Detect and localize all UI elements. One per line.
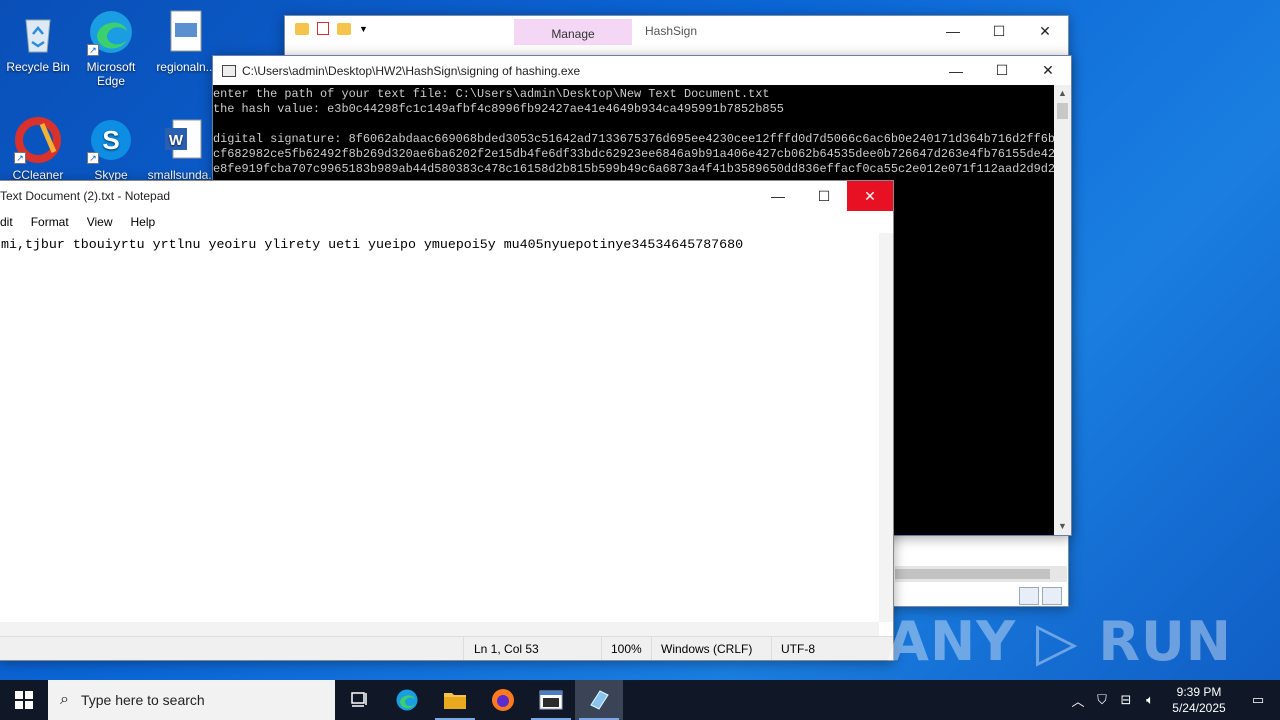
properties-icon[interactable]: [317, 22, 329, 35]
window-controls: — ☐ ✕: [930, 16, 1068, 46]
close-button[interactable]: ✕: [1022, 16, 1068, 46]
text-editor[interactable]: mi,tjbur tbouiyrtu yrtlnu yeoiru ylirety…: [0, 233, 879, 622]
desktop-icon-label: Microsoft Edge: [86, 60, 136, 88]
horizontal-scrollbar[interactable]: [0, 622, 879, 636]
notifications-icon[interactable]: ▭: [1236, 692, 1280, 708]
scrollbar-thumb[interactable]: [1057, 103, 1068, 119]
minimize-button[interactable]: —: [930, 16, 976, 46]
console-icon: [539, 690, 563, 710]
taskbar-edge[interactable]: [383, 680, 431, 720]
horizontal-scrollbar[interactable]: [895, 566, 1067, 582]
quick-access-toolbar: ▼: [295, 22, 368, 35]
maximize-button[interactable]: ☐: [976, 16, 1022, 46]
maximize-button[interactable]: ☐: [979, 56, 1025, 85]
desktop-icon-ccleaner[interactable]: ↗ CCleaner: [0, 116, 76, 182]
ribbon-tab-manage[interactable]: Manage: [514, 19, 632, 45]
desktop-icon-skype[interactable]: S ↗ Skype: [73, 116, 149, 182]
menu-view[interactable]: View: [87, 215, 113, 229]
start-button[interactable]: [0, 680, 48, 720]
cursor-position: Ln 1, Col 53: [474, 642, 539, 656]
task-view-button[interactable]: [335, 680, 383, 720]
menu-edit[interactable]: dit: [0, 215, 13, 229]
zoom-level: 100%: [611, 642, 642, 656]
new-folder-icon[interactable]: [337, 22, 351, 35]
taskbar-notepad[interactable]: [575, 680, 623, 720]
window-title: HashSign: [645, 24, 698, 38]
search-icon: ⌕: [60, 691, 69, 708]
taskbar-firefox[interactable]: [479, 680, 527, 720]
notepad-titlebar[interactable]: Text Document (2).txt - Notepad — ☐ ✕: [0, 181, 893, 211]
scroll-up-icon[interactable]: ▲: [1054, 85, 1071, 102]
network-icon[interactable]: ⊟: [1114, 692, 1138, 708]
menu-help[interactable]: Help: [131, 215, 156, 229]
word-doc-icon: W: [159, 116, 207, 164]
folder-icon: [444, 693, 466, 709]
edge-icon: [396, 689, 418, 711]
menu-bar: dit Format View Help: [0, 211, 893, 233]
encoding: UTF-8: [781, 642, 815, 656]
watermark: ANY ▷ RUN: [887, 610, 1232, 673]
console-line: e8fe919fcba707c9965183b989ab44d580383c47…: [213, 162, 1054, 176]
window-controls: — ☐ ✕: [755, 181, 893, 211]
close-button[interactable]: ✕: [847, 181, 893, 211]
console-line: cf682982ce5fb62492f8b269d320ae6ba6202f2e…: [213, 147, 1054, 161]
date: 5/24/2025: [1172, 701, 1226, 715]
console-line: digital signature: 8f6062abdaac669068bde…: [213, 132, 1054, 146]
firefox-icon: [492, 689, 514, 711]
console-titlebar[interactable]: C:\Users\admin\Desktop\HW2\HashSign\sign…: [213, 56, 1071, 85]
desktop-icon-label: Recycle Bin: [6, 60, 70, 74]
svg-text:W: W: [169, 132, 184, 149]
large-icons-view-icon[interactable]: [1042, 587, 1062, 605]
taskbar-console[interactable]: [527, 680, 575, 720]
console-line: enter the path of your text file: C:\Use…: [213, 87, 770, 101]
console-title: C:\Users\admin\Desktop\HW2\HashSign\sign…: [242, 63, 581, 78]
scroll-down-icon[interactable]: ▼: [1054, 518, 1071, 535]
taskbar-file-explorer[interactable]: [431, 680, 479, 720]
task-view-icon: [351, 692, 367, 707]
menu-format[interactable]: Format: [31, 215, 69, 229]
clock[interactable]: 9:39 PM 5/24/2025: [1162, 684, 1236, 716]
skype-icon: S ↗: [87, 116, 135, 164]
chevron-down-icon[interactable]: ▼: [359, 24, 368, 34]
taskbar: ⌕ Type here to search ︿ ⛉ ⊟ 🔈︎ 9:39 PM 5…: [0, 680, 1280, 720]
notepad-window[interactable]: Text Document (2).txt - Notepad — ☐ ✕ di…: [0, 180, 894, 661]
vertical-scrollbar[interactable]: ▲ ▼: [1054, 85, 1071, 535]
folder-icon: [295, 22, 309, 35]
image-file-icon: [162, 8, 210, 56]
notepad-icon: [590, 690, 609, 710]
line-ending: Windows (CRLF): [661, 642, 753, 656]
windows-icon: [15, 691, 33, 709]
edge-icon: ↗: [87, 8, 135, 56]
status-bar: Ln 1, Col 53 100% Windows (CRLF) UTF-8: [0, 636, 893, 660]
taskbar-search-box[interactable]: ⌕ Type here to search: [48, 680, 335, 720]
console-app-icon: [222, 64, 236, 77]
view-switcher: [1019, 587, 1062, 605]
details-view-icon[interactable]: [1019, 587, 1039, 605]
minimize-button[interactable]: —: [933, 56, 979, 85]
desktop-icon-recycle-bin[interactable]: Recycle Bin: [0, 8, 76, 74]
close-button[interactable]: ✕: [1025, 56, 1071, 85]
system-tray: ︿ ⛉ ⊟ 🔈︎ 9:39 PM 5/24/2025 ▭: [1066, 680, 1280, 720]
security-icon[interactable]: ⛉: [1090, 692, 1114, 708]
maximize-button[interactable]: ☐: [801, 181, 847, 211]
svg-text:S: S: [102, 125, 119, 155]
scrollbar-thumb[interactable]: [895, 569, 1050, 579]
desktop-icon-edge[interactable]: ↗ Microsoft Edge: [73, 8, 149, 88]
chevron-up-icon[interactable]: ︿: [1066, 691, 1090, 710]
console-line: the hash value: e3b0c44298fc1c149afbf4c8…: [213, 102, 784, 116]
recycle-bin-icon: [14, 8, 62, 56]
vertical-scrollbar[interactable]: [879, 233, 893, 622]
time: 9:39 PM: [1176, 685, 1222, 699]
volume-icon[interactable]: 🔈︎: [1138, 692, 1162, 708]
minimize-button[interactable]: —: [755, 181, 801, 211]
window-controls: — ☐ ✕: [933, 56, 1071, 85]
ccleaner-icon: ↗: [14, 116, 62, 164]
notepad-title: Text Document (2).txt - Notepad: [0, 189, 171, 203]
search-placeholder: Type here to search: [80, 692, 205, 708]
desktop-icon-smallsunda[interactable]: W smallsunda...: [145, 116, 221, 182]
